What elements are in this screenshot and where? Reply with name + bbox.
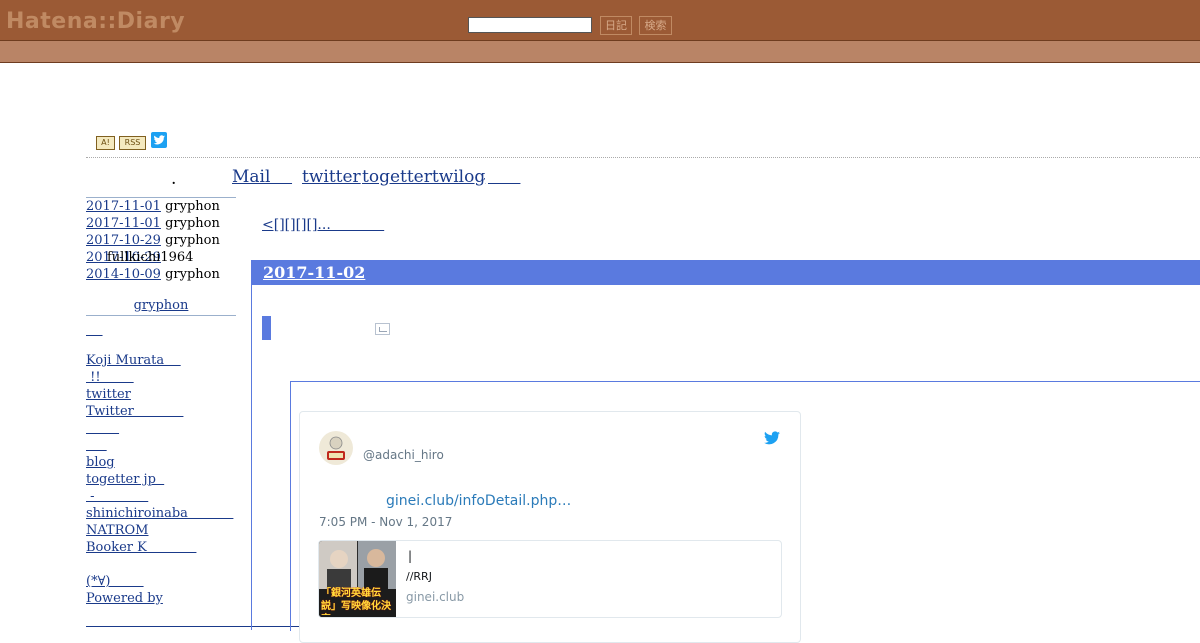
card-thumbnail: 「銀河英雄伝説」写映像化決定 [319, 541, 396, 617]
card-domain: ginei.club [406, 590, 465, 604]
day-title-link[interactable]: 2017-11-02 [263, 263, 365, 282]
section-marker [262, 316, 271, 340]
divider [86, 157, 1200, 158]
avatar[interactable] [319, 431, 353, 465]
recent-comment-date[interactable]: 2017-11-01 [86, 199, 161, 214]
sidebar-link[interactable]: Koji Murata [86, 353, 181, 368]
card-description: //RRJ [406, 570, 432, 583]
sidebar-link[interactable] [86, 421, 119, 436]
sidebar-link[interactable]: blog [86, 455, 115, 470]
search-button[interactable]: 検索 [639, 16, 672, 35]
recent-comment: fullkichi1964 [86, 249, 236, 266]
profile-link[interactable]: gryphon [134, 298, 189, 313]
sidebar-links: Koji Murata !! twitter Twitter blog toge… [86, 352, 236, 607]
sidebar-link[interactable]: Twitter [86, 404, 183, 419]
sidebar-link-row [86, 556, 236, 573]
sidebar-profile-title: gryphon [86, 297, 236, 316]
card-title: | [408, 549, 413, 563]
rss-badge[interactable]: RSS [119, 136, 146, 150]
recent-comment-user: gryphon [165, 199, 220, 214]
sidebar-link-row: Koji Murata [86, 352, 236, 369]
togetter-twilog-link[interactable]: togettertwilog [362, 167, 485, 187]
sidebar-link[interactable]: (*∀) [86, 574, 144, 589]
sidebar-link[interactable]: !! [86, 370, 134, 385]
mail-link[interactable]: Mail [232, 167, 292, 187]
sidebar-link-row: blog [86, 454, 236, 471]
sidebar-link[interactable]: - [86, 489, 148, 504]
separator-comma: , [483, 172, 486, 182]
recent-comment-date[interactable]: 2017-11-01 [86, 216, 161, 231]
main-left-border [251, 260, 252, 630]
sidebar-link[interactable] [86, 438, 107, 453]
sidebar-blank-row [86, 322, 236, 339]
day-header: 2017-11-02 [252, 260, 1200, 285]
sidebar-link-row: Booker K [86, 539, 236, 556]
tweet-url-link[interactable]: ginei.club/infoDetail.php… [386, 493, 571, 509]
sidebar-link-row: - [86, 488, 236, 505]
sidebar-link[interactable]: Booker K [86, 540, 196, 555]
diary-title-links: . Mail twitter togettertwilog , [0, 167, 1200, 189]
sidebar-link-row: Powered by [86, 590, 236, 607]
sidebar-link-row [86, 420, 236, 437]
sidebar-link[interactable]: twitter [86, 387, 131, 402]
sidebar-link-row: Twitter [86, 403, 236, 420]
tweet-handle[interactable]: @adachi_hiro [363, 448, 444, 462]
recent-comment: 2017-11-01 gryphon [86, 215, 236, 232]
hatena-diary-logo[interactable]: Hatena::Diary [6, 9, 185, 34]
recent-comment: 2017-10-29 gryphon [86, 232, 236, 249]
recent-comment-user: gryphon [165, 233, 220, 248]
twitter-link[interactable]: twitter [302, 167, 361, 187]
sidebar-link-row: togetter jp [86, 471, 236, 488]
recent-comment: 2014-10-09 gryphon [86, 266, 236, 283]
blank-link[interactable] [488, 167, 520, 187]
broken-image-icon [375, 323, 390, 335]
diary-button[interactable]: 日記 [600, 16, 632, 35]
twitter-icon[interactable] [151, 132, 167, 148]
twitter-bird-icon[interactable] [764, 431, 780, 445]
sidebar-link-row: twitter [86, 386, 236, 403]
sidebar-link-row: NATROM [86, 522, 236, 539]
recent-comment: 2017-11-01 gryphon [86, 198, 236, 215]
link-card[interactable]: 「銀河英雄伝説」写映像化決定 | //RRJ ginei.club [318, 540, 782, 618]
recent-comment-user: fullkichi1964 [107, 250, 194, 265]
hatena-header: Hatena::Diary 日記 検索 [0, 0, 1200, 41]
recent-comment-date[interactable]: 2017-10-29 [86, 233, 161, 248]
sidebar-link-row: shinichiroinaba [86, 505, 236, 522]
sidebar-link[interactable]: togetter jp [86, 472, 164, 487]
recent-comment-user: gryphon [165, 267, 220, 282]
sidebar-link-row [86, 437, 236, 454]
header-sub-bar [0, 41, 1200, 63]
search-input[interactable] [468, 17, 592, 33]
card-thumbnail-text: 「銀河英雄伝説」写映像化決定 [321, 588, 391, 615]
tweet-timestamp[interactable]: 7:05 PM - Nov 1, 2017 [319, 515, 452, 529]
embedded-tweet[interactable]: @adachi_hiro ginei.club/infoDetail.php… … [299, 411, 801, 643]
title-dot: . [171, 169, 177, 189]
sidebar-link-row: (*∀) [86, 573, 236, 590]
sidebar-link[interactable]: shinichiroinaba [86, 506, 233, 521]
powered-by-link[interactable]: Powered by [86, 591, 163, 606]
recent-comment-user: gryphon [165, 216, 220, 231]
recent-comment-date[interactable]: 2014-10-09 [86, 267, 161, 282]
sidebar-link[interactable]: NATROM [86, 523, 148, 538]
sidebar: 2017-11-01 gryphon 2017-11-01 gryphon 20… [86, 197, 236, 607]
sidebar-link-row: !! [86, 369, 236, 386]
antenna-badge[interactable]: A! [96, 136, 115, 150]
prev-entries-link[interactable]: <[][][][]... [262, 217, 384, 233]
blank-link[interactable] [86, 323, 103, 338]
